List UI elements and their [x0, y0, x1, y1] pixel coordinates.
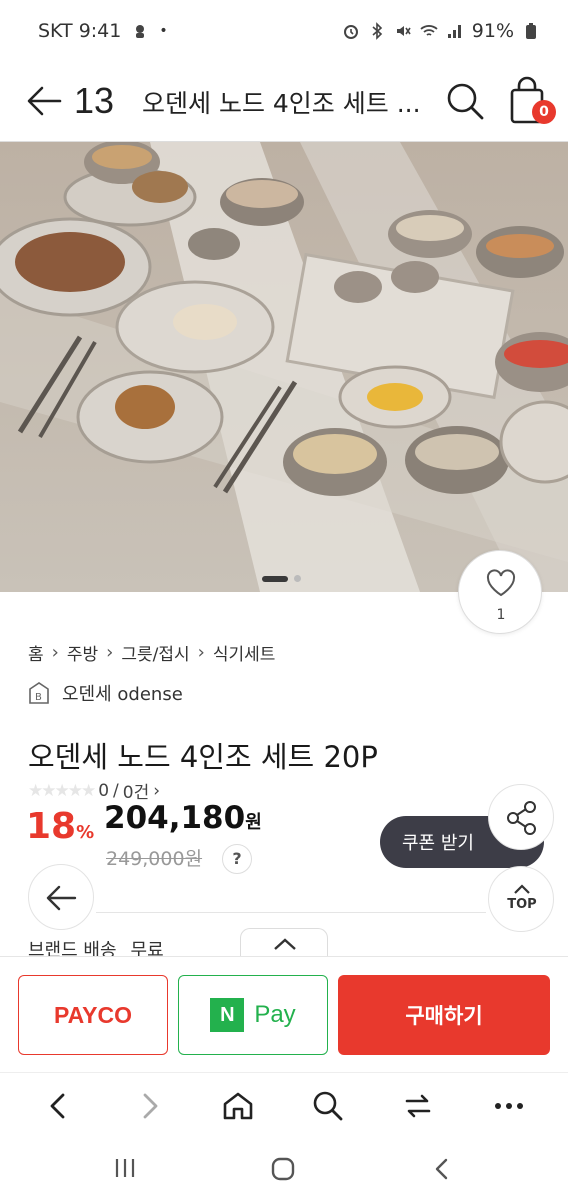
naver-pay-label: Pay — [254, 1001, 296, 1028]
wifi-icon — [420, 25, 438, 36]
svg-text:B: B — [35, 692, 42, 703]
rating-score: 0 — [98, 780, 110, 801]
browser-forward-icon[interactable] — [132, 1089, 166, 1123]
shipping-fee: 무료 — [130, 940, 164, 956]
tableware-photo — [0, 142, 568, 592]
price-unit: 원 — [245, 812, 262, 833]
chevron-right-icon: › — [51, 642, 59, 663]
scroll-top-button[interactable]: TOP — [488, 866, 554, 932]
product-image[interactable] — [0, 142, 568, 592]
browser-back-icon[interactable] — [42, 1089, 76, 1123]
buy-button[interactable]: 구매하기 — [338, 975, 550, 1055]
naver-n-icon: N — [210, 998, 245, 1032]
breadcrumb-tableware-set[interactable]: 식기세트 — [213, 640, 276, 665]
status-time: SKT 9:41 — [38, 20, 122, 42]
back-arrow-icon — [46, 885, 77, 911]
signal-icon — [447, 25, 461, 38]
price-value: 204,180 — [104, 800, 246, 836]
battery-level: 91% — [471, 20, 514, 42]
alarm-icon — [343, 25, 358, 39]
battery-icon — [526, 23, 536, 39]
back-arrow-icon[interactable] — [24, 80, 66, 122]
system-back-icon[interactable] — [430, 1156, 454, 1182]
search-icon[interactable] — [444, 80, 486, 122]
naver-pay-button[interactable]: N Pay — [178, 975, 328, 1055]
chevron-up-icon — [274, 938, 296, 950]
top-label: TOP — [507, 897, 537, 912]
pager-dot-active[interactable] — [262, 575, 288, 582]
discount-rate: 18% — [26, 806, 94, 847]
sale-price: 204,180원 — [104, 800, 262, 836]
breadcrumb: 홈 › 주방 › 그릇/접시 › 식기세트 — [28, 640, 275, 665]
price-help-button[interactable]: ? — [222, 844, 252, 874]
wishlist-button[interactable]: 1 — [458, 550, 542, 634]
notification-icon — [136, 25, 145, 38]
site-logo[interactable]: 13 — [74, 78, 114, 122]
image-pager[interactable] — [262, 575, 301, 582]
mute-icon — [396, 26, 411, 36]
discount-value: 18 — [26, 806, 77, 847]
breadcrumb-kitchen[interactable]: 주방 — [67, 640, 98, 665]
system-navigation-bar — [0, 1136, 568, 1200]
chevron-right-icon: › — [153, 780, 161, 801]
purchase-bar: PAYCO N Pay 구매하기 — [0, 956, 568, 1072]
more-options-icon[interactable] — [492, 1089, 526, 1123]
shipping-info: 브랜드 배송 무료 — [28, 936, 164, 956]
bluetooth-icon — [372, 22, 382, 40]
discount-unit: % — [76, 822, 95, 843]
rating-separator: / — [113, 780, 119, 801]
home-icon[interactable] — [221, 1089, 255, 1123]
original-price: 249,000원 — [106, 848, 203, 870]
breadcrumb-home[interactable]: 홈 — [28, 640, 44, 665]
brand-link[interactable]: B 오덴세 odense — [28, 680, 183, 706]
star-rating-icon: ★★★★★ — [28, 780, 96, 801]
coupon-label: 쿠폰 받기 — [402, 833, 474, 854]
status-dot: • — [159, 23, 168, 39]
product-title: 오덴세 노드 4인조 세트 20P — [28, 740, 378, 774]
chevron-right-icon: › — [106, 642, 114, 663]
search-icon[interactable] — [311, 1089, 345, 1123]
shipping-method: 브랜드 배송 — [28, 940, 117, 956]
payco-button[interactable]: PAYCO — [18, 975, 168, 1055]
share-button[interactable] — [488, 784, 554, 850]
page-title: 오덴세 노드 4인조 세트 ... — [142, 89, 421, 118]
cart-button[interactable]: 0 — [504, 74, 556, 126]
heart-icon — [486, 569, 516, 597]
chevron-right-icon: › — [197, 642, 205, 663]
cart-count-badge: 0 — [532, 100, 556, 124]
pager-dot[interactable] — [294, 575, 301, 582]
tabs-switch-icon[interactable] — [401, 1089, 435, 1123]
section-divider — [96, 912, 486, 913]
browser-toolbar — [0, 1072, 568, 1136]
status-bar: SKT 9:41 • 91% — [0, 0, 568, 66]
breadcrumb-dishes[interactable]: 그릇/접시 — [121, 640, 189, 665]
recent-apps-icon[interactable] — [112, 1156, 138, 1180]
app-header: 13 오덴세 노드 4인조 세트 ... 0 — [0, 66, 568, 142]
wishlist-count: 1 — [496, 607, 506, 623]
expand-panel-handle[interactable] — [240, 928, 328, 958]
brand-icon: B — [29, 682, 49, 704]
home-button-icon[interactable] — [270, 1156, 296, 1182]
brand-name: 오덴세 odense — [62, 684, 183, 705]
floating-back-button[interactable] — [28, 864, 94, 930]
share-icon — [507, 801, 536, 835]
